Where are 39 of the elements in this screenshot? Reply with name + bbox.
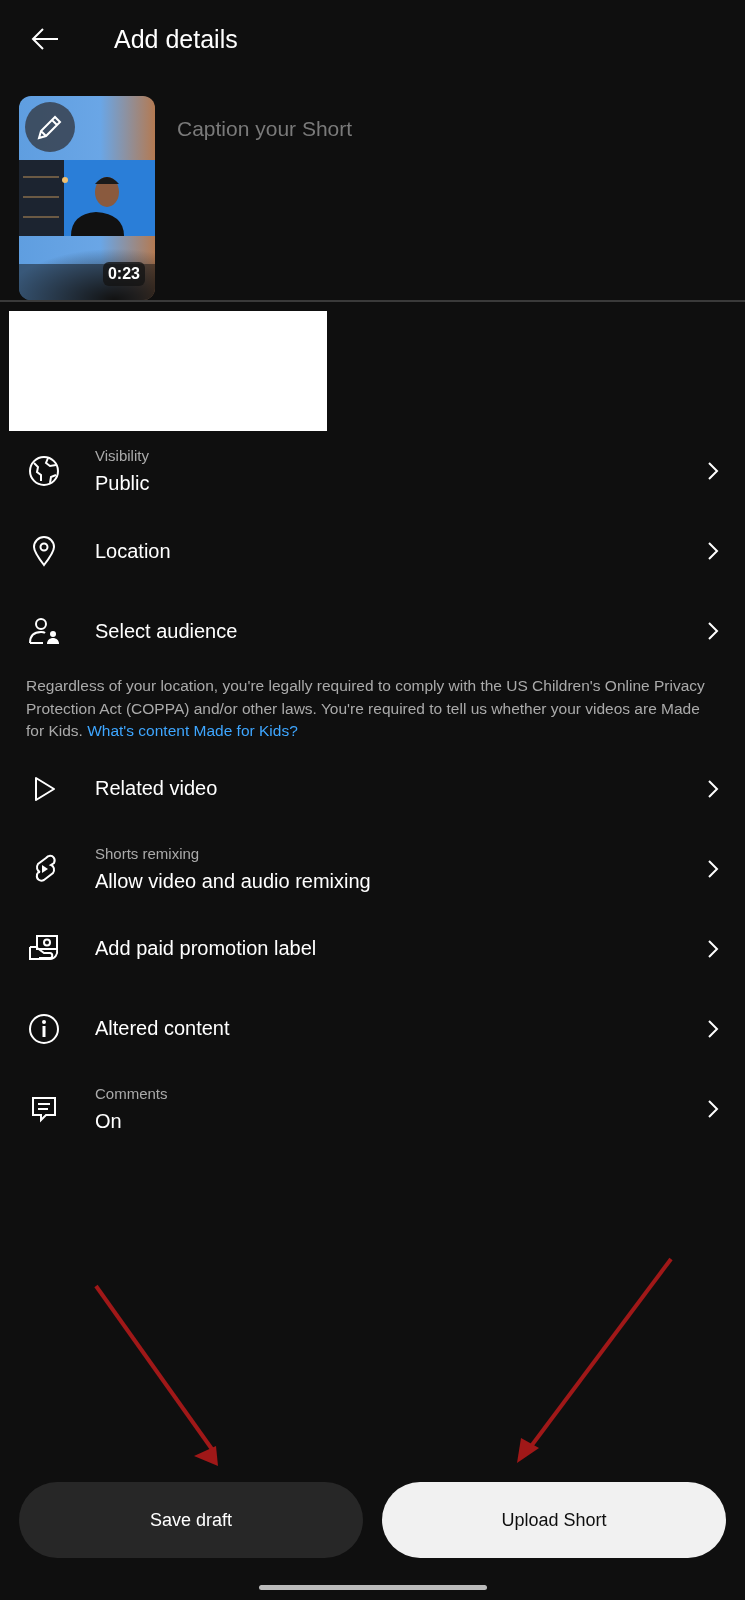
chevron-icon xyxy=(707,541,719,561)
chevron-icon xyxy=(707,1098,719,1119)
chevron-icon xyxy=(707,621,719,641)
notice-text: Regardless of your location, you're legally required to comply with the US Children's Online Privacy Protection Act (COPPA) and/or other laws. You're required to tell us whether your videos are Made for Kids. What's content Made for Kids? xyxy=(26,676,706,741)
setting-label: Shorts remixing xyxy=(95,844,201,862)
save-draft-button[interactable]: Save draft xyxy=(19,1482,363,1558)
chevron-icon xyxy=(707,1018,719,1039)
setting-value: Select audience xyxy=(95,619,239,643)
caption-field[interactable]: Caption your Short xyxy=(175,116,726,142)
edit-icon[interactable] xyxy=(25,102,75,152)
setting-value: Allow video and audio remixing xyxy=(95,869,372,893)
chevron-icon xyxy=(707,778,719,799)
chevron-icon xyxy=(707,858,719,879)
setting-value: Public xyxy=(95,472,151,495)
setting-label: Visibility xyxy=(95,447,150,464)
settings-row[interactable]: Visibility Public xyxy=(0,431,745,511)
setting-value: Related video xyxy=(95,777,219,800)
settings-row[interactable]: Location xyxy=(0,511,745,591)
made-for-kids-link[interactable]: What's content Made for Kids? xyxy=(87,722,298,739)
back-icon[interactable] xyxy=(30,27,60,51)
page-title: Add details xyxy=(114,24,238,54)
people-icon xyxy=(28,615,60,647)
settings-row[interactable]: Altered content xyxy=(0,988,745,1069)
settings-row[interactable]: Comments On xyxy=(0,1068,745,1149)
chevron-icon xyxy=(707,461,719,481)
settings-row[interactable]: Shorts remixing Allow video and audio remixing xyxy=(0,828,745,909)
duration-badge: 0:23 xyxy=(102,262,145,286)
upload-button[interactable]: Upload Short xyxy=(382,1482,726,1558)
settings-row[interactable]: Add paid promotion label xyxy=(0,908,745,989)
setting-label: Comments xyxy=(95,1084,169,1102)
settings-row[interactable]: Related video xyxy=(0,748,745,829)
chevron-icon xyxy=(707,938,719,959)
setting-value: On xyxy=(95,1109,123,1133)
info-icon xyxy=(28,1012,60,1045)
globe-icon xyxy=(28,455,60,487)
setting-value: Add paid promotion label xyxy=(95,937,318,960)
settings-row[interactable]: Select audience xyxy=(0,591,745,671)
setting-value: Altered content xyxy=(95,1017,231,1040)
setting-value: Location xyxy=(95,539,172,563)
